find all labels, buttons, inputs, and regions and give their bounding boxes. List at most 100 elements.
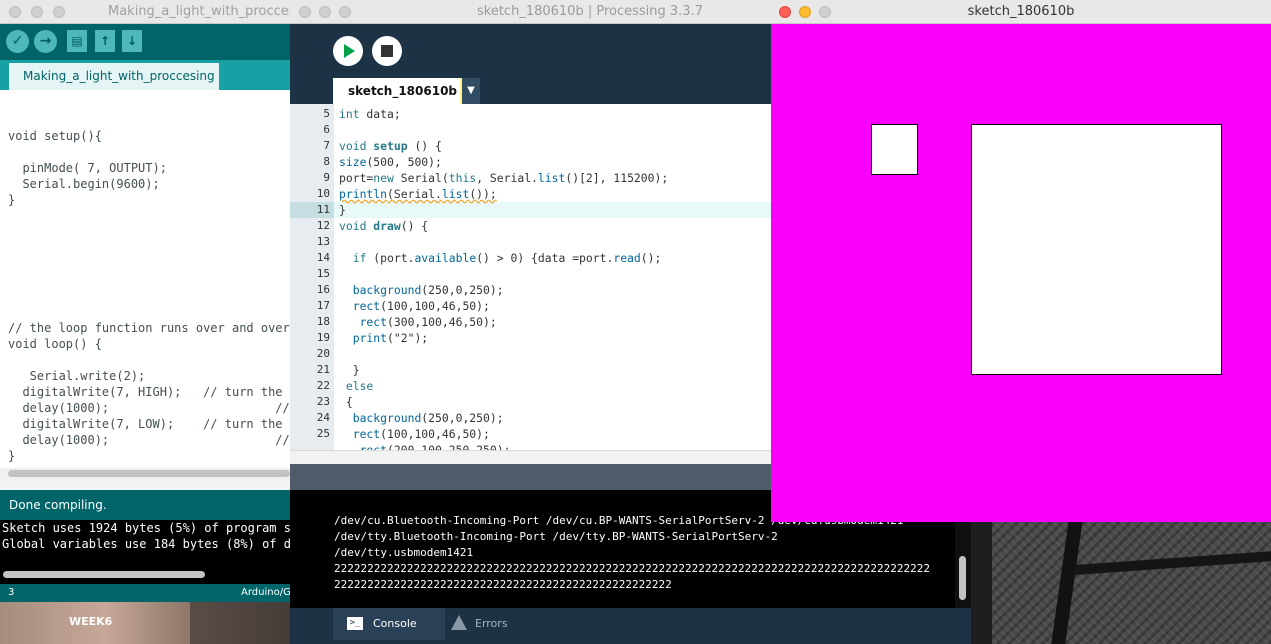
code-line: } xyxy=(339,363,360,377)
code-line: rect(200,100,250,250); xyxy=(359,443,511,450)
stop-icon xyxy=(381,45,393,57)
line-number: 15 xyxy=(316,267,330,280)
code-line: rect(300,100,46,50); xyxy=(359,315,497,329)
line-number: 19 xyxy=(316,331,330,344)
arduino-console: Sketch uses 1924 bytes (5%) of program s… xyxy=(0,520,290,568)
arrow-right-icon: → xyxy=(39,33,52,49)
run-button[interactable] xyxy=(333,36,363,66)
console-line: Global variables use 184 bytes (8%) of d… xyxy=(2,537,290,551)
line-number: 9 xyxy=(323,171,330,184)
arduino-title-bar[interactable]: Making_a_light_with_proccesing xyxy=(0,0,290,24)
line-number: 25 xyxy=(316,427,330,440)
console-line: Sketch uses 1924 bytes (5%) of program s… xyxy=(2,521,290,535)
code-line: port=new Serial(this, Serial.list()[2], … xyxy=(339,171,669,185)
desktop-folder-label[interactable]: WEEK6 xyxy=(69,615,112,628)
line-number: 18 xyxy=(316,315,330,328)
processing-footer: >_ Console Errors xyxy=(290,608,971,644)
line-number: 5 xyxy=(323,107,330,120)
new-sketch-button[interactable]: ▤ xyxy=(67,30,87,52)
code-line: background(250,0,250); xyxy=(352,411,504,425)
line-number: 17 xyxy=(316,299,330,312)
code-line: } xyxy=(339,203,346,217)
tab-sketch[interactable]: sketch_180610b xyxy=(333,78,462,104)
line-number: 24 xyxy=(316,411,330,424)
arduino-splitter[interactable] xyxy=(0,480,290,490)
sketch-window-title: sketch_180610b xyxy=(967,4,1075,19)
close-button[interactable] xyxy=(9,6,21,18)
warning-icon xyxy=(451,615,467,630)
code-line: { xyxy=(339,395,353,409)
console-icon: >_ xyxy=(347,617,363,630)
code-line: } xyxy=(8,449,16,463)
code-line: digitalWrite(7, HIGH); // turn the LED o… xyxy=(22,385,290,399)
checkmark-icon: ✓ xyxy=(11,33,24,49)
code-line: delay(1000); // wait for a second xyxy=(22,401,290,415)
arduino-ide-window: Making_a_light_with_proccesing ✓ → ▤ ↑ ↓… xyxy=(0,0,290,602)
upload-button[interactable]: → xyxy=(34,30,57,53)
arduino-footer: 3 Arduino/Genuino Uno on /dev/cu.usbmode… xyxy=(0,584,290,602)
arduino-editor-scrollbar[interactable] xyxy=(0,468,290,480)
line-number: 12 xyxy=(316,219,330,232)
arrow-up-icon: ↑ xyxy=(99,34,111,48)
stop-button[interactable] xyxy=(372,36,402,66)
tab-label: sketch_180610b xyxy=(348,84,458,98)
code-line: pinMode( 7, OUTPUT); xyxy=(8,161,167,175)
arrow-down-icon: ↓ xyxy=(126,34,138,48)
desktop-photo-dark xyxy=(190,600,290,644)
sketch-large-rectangle xyxy=(971,124,1222,375)
line-number: 6 xyxy=(323,123,330,136)
minimize-button[interactable] xyxy=(31,6,43,18)
code-line: rect(100,100,46,50); xyxy=(352,299,490,313)
code-line: else xyxy=(345,379,374,393)
errors-tab[interactable]: Errors xyxy=(445,608,545,640)
line-number: 16 xyxy=(316,283,330,296)
code-line: void loop() { xyxy=(8,337,102,351)
code-line: void draw() { xyxy=(339,219,429,233)
line-number: 13 xyxy=(316,235,330,248)
code-line: rect(100,100,46,50); xyxy=(352,427,490,441)
arduino-console-scrollbar[interactable] xyxy=(0,568,290,584)
line-number: 8 xyxy=(323,155,330,168)
code-line: Serial.write(2); xyxy=(8,369,146,383)
board-port-indicator: Arduino/Genuino Uno on /dev/cu.usbmodem1… xyxy=(241,587,290,598)
tab-sketch[interactable]: Making_a_light_with_proccesing xyxy=(9,63,219,90)
line-number: 10 xyxy=(316,187,330,200)
processing-code-editor[interactable]: 5 6 7 8 9 10 11 12 13 14 15 16 17 18 19 20 21 22 23 24 25 in… xyxy=(290,104,771,450)
save-sketch-button[interactable]: ↓ xyxy=(122,30,142,52)
console-tab[interactable]: >_ Console xyxy=(333,608,445,640)
open-sketch-button[interactable]: ↑ xyxy=(95,30,115,52)
console-line: /dev/tty.Bluetooth-Incoming-Port /dev/tt… xyxy=(334,530,778,543)
line-number: 20 xyxy=(316,347,330,360)
code-line: // the loop function runs over and over … xyxy=(8,321,290,335)
code-text[interactable]: int data; void setup () {size(500, 500);… xyxy=(339,106,769,450)
console-tab-label: Console xyxy=(373,617,417,630)
code-line: println(Serial.list()); xyxy=(339,187,497,201)
code-line: delay(1000); // wait for a second xyxy=(22,433,290,447)
tab-menu-button[interactable]: ▼ xyxy=(462,78,480,104)
line-number-indicator: 3 xyxy=(8,587,15,598)
code-line: } xyxy=(8,193,16,207)
console-line: 2222222222222222222222222222222222222222… xyxy=(334,562,931,575)
triangle-down-icon: ▼ xyxy=(467,85,475,96)
code-line: if (port.available() > 0) {data =port.re… xyxy=(352,251,662,265)
sketch-title-bar[interactable]: sketch_180610b xyxy=(771,0,1271,24)
sketch-small-rectangle xyxy=(871,124,918,175)
arduino-status-bar: Done compiling. xyxy=(0,490,290,520)
arduino-code-editor[interactable]: void setup(){ pinMode( 7, OUTPUT); Seria… xyxy=(8,112,290,467)
arduino-tab-bar: Making_a_light_with_proccesing xyxy=(0,60,290,90)
zoom-button[interactable] xyxy=(53,6,65,18)
status-text: Done compiling. xyxy=(9,498,107,512)
console-line: /dev/tty.usbmodem1421 xyxy=(334,546,474,559)
verify-button[interactable]: ✓ xyxy=(6,30,29,53)
code-line: size(500, 500); xyxy=(339,155,442,169)
